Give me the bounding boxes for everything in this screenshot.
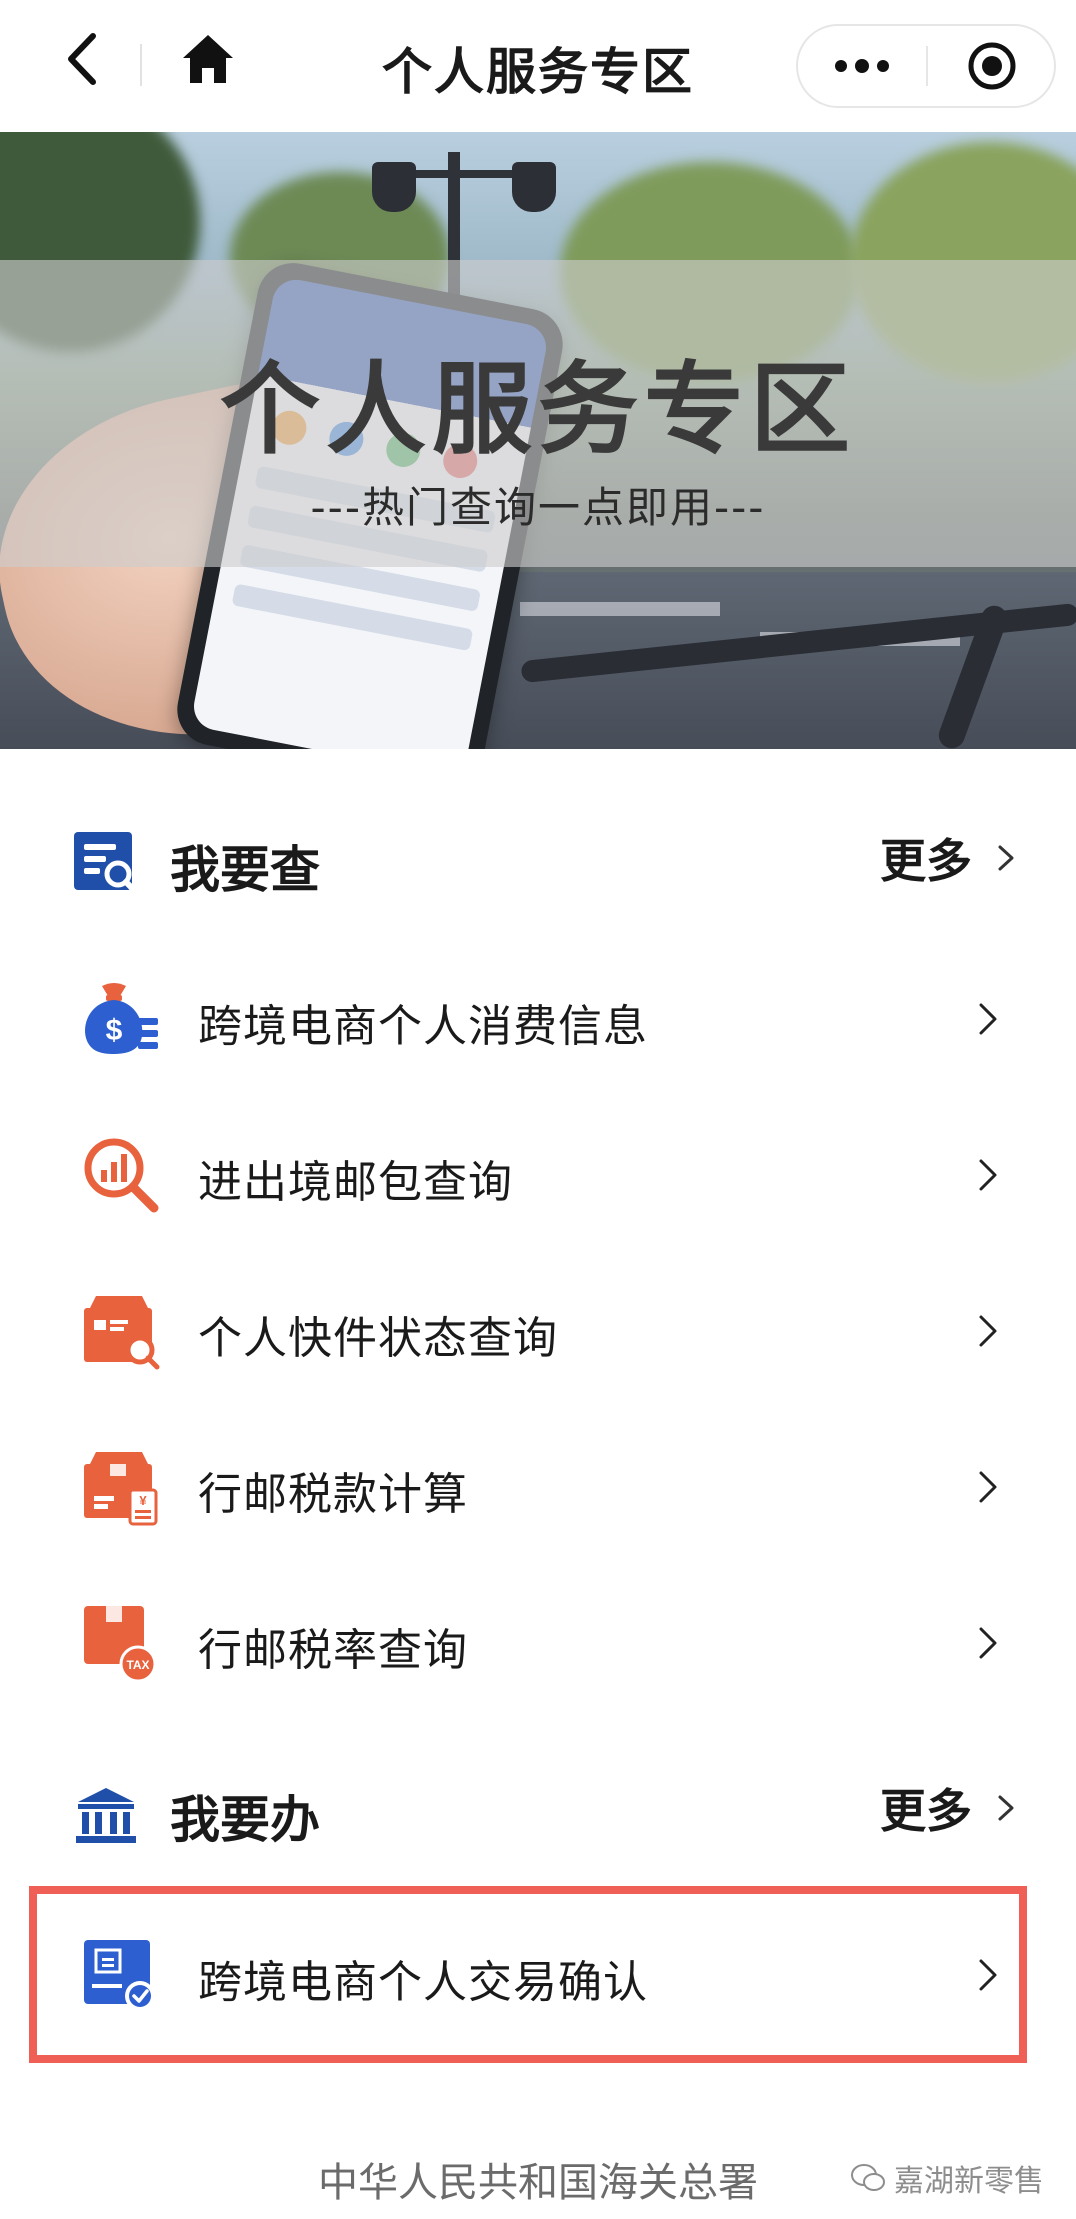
street-lamp-head (372, 162, 416, 212)
hero-banner[interactable]: 个人服务专区 ---热门查询一点即用--- (0, 132, 1076, 749)
list-item-label: 个人快件状态查询 (198, 1313, 558, 1364)
chart-magnifier-icon (84, 1138, 159, 1213)
target-icon (968, 42, 1016, 90)
home-button[interactable] (172, 24, 244, 94)
chevron-right-icon (998, 845, 1014, 871)
list-item-label: 进出境邮包查询 (198, 1157, 513, 1208)
chevron-right-icon (998, 1795, 1014, 1821)
nav-divider (140, 44, 142, 86)
wechat-icon (851, 2164, 885, 2191)
close-mini-program-button[interactable] (930, 26, 1054, 106)
street-lamp-head (512, 162, 556, 212)
capsule-divider (926, 46, 928, 86)
top-nav-bar: 个人服务专区 (0, 0, 1076, 132)
section-title: 我要办 (170, 1791, 320, 1849)
chevron-right-icon (979, 1959, 997, 1991)
more-dots-icon (835, 59, 889, 73)
list-item-mail-parcel[interactable]: 进出境邮包查询 (0, 1096, 1076, 1252)
svg-text:TAX: TAX (126, 1658, 149, 1672)
parcel-calculator-icon: ¥ (84, 1452, 158, 1526)
section-header-query: 我要查 更多 (0, 808, 1076, 908)
section-title: 我要查 (170, 841, 320, 899)
list-item-tax-calculation[interactable]: ¥ 行邮税款计算 (0, 1408, 1076, 1564)
parcel-tax-icon: TAX (84, 1606, 157, 1682)
chevron-right-icon (979, 1003, 997, 1035)
list-item-label: 跨境电商个人交易确认 (198, 1957, 648, 2008)
list-item-label: 行邮税款计算 (198, 1469, 468, 1520)
crosswalk-stripe (520, 602, 720, 616)
home-icon (183, 35, 233, 83)
svg-text:$: $ (106, 1014, 123, 1047)
chevron-left-icon (68, 33, 96, 85)
more-label: 更多 (880, 1784, 972, 1838)
back-button[interactable] (52, 24, 112, 94)
list-item-transaction-confirm[interactable]: 跨境电商个人交易确认 (0, 1896, 1076, 2052)
list-item-express-status[interactable]: 个人快件状态查询 (0, 1252, 1076, 1408)
banner-subtitle: ---热门查询一点即用--- (310, 483, 766, 532)
id-card-check-icon (84, 1940, 155, 2011)
parcel-search-icon (84, 1296, 160, 1370)
chevron-right-icon (979, 1159, 997, 1191)
chevron-right-icon (979, 1627, 997, 1659)
list-item-tax-rate[interactable]: TAX 行邮税率查询 (0, 1564, 1076, 1720)
chevron-right-icon (979, 1471, 997, 1503)
document-search-icon (74, 832, 139, 894)
mini-program-capsule (796, 24, 1056, 108)
more-label: 更多 (880, 834, 972, 888)
bank-building-icon (76, 1788, 136, 1843)
list-item-consumption-info[interactable]: $ 跨境电商个人消费信息 (0, 940, 1076, 1096)
watermark-text: 嘉湖新零售 (894, 2164, 1044, 2199)
chevron-right-icon (979, 1315, 997, 1347)
list-item-label: 行邮税率查询 (198, 1625, 468, 1676)
more-button[interactable] (798, 26, 926, 106)
banner-title: 个人服务专区 (220, 351, 856, 468)
money-bag-icon: $ (85, 983, 158, 1054)
section-header-handle: 我要办 更多 (0, 1758, 1076, 1858)
list-item-label: 跨境电商个人消费信息 (198, 1001, 648, 1052)
more-link-handle[interactable]: 更多 (880, 1776, 1018, 1840)
svg-text:¥: ¥ (139, 1493, 147, 1508)
watermark: 嘉湖新零售 (850, 2156, 1044, 2200)
more-link-query[interactable]: 更多 (880, 826, 1018, 890)
